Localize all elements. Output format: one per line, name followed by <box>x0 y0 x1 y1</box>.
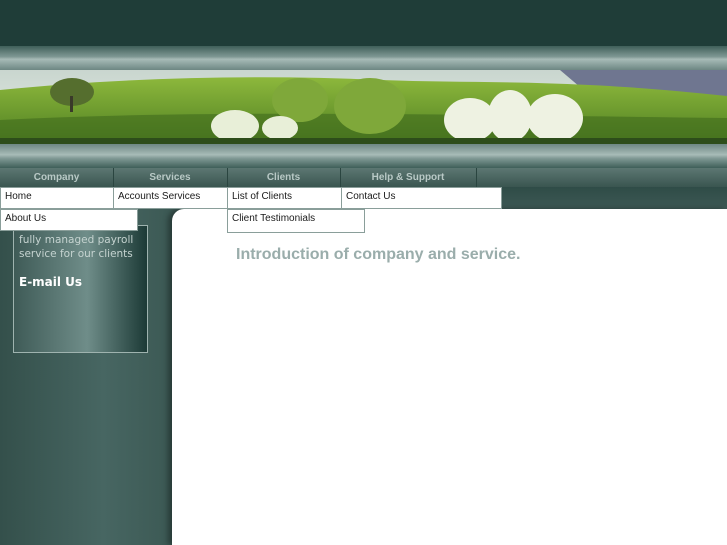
header-stripe-bottom <box>0 144 727 168</box>
landscape-banner-image <box>0 70 727 144</box>
menu-item-client-testimonials[interactable]: Client Testimonials <box>227 209 365 233</box>
sidebar-promo-text: fully managed payroll service for our cl… <box>19 234 134 260</box>
menu-item-home[interactable]: Home <box>0 187 114 209</box>
tab-help-support[interactable]: Help & Support <box>340 168 477 187</box>
intro-heading: Introduction of company and service. <box>236 246 521 263</box>
tab-services[interactable]: Services <box>113 168 228 187</box>
tab-clients[interactable]: Clients <box>227 168 341 187</box>
top-header-bar <box>0 0 727 46</box>
email-us-link[interactable]: E-mail Us <box>19 275 82 289</box>
menu-item-about-us[interactable]: About Us <box>0 209 138 231</box>
tab-company[interactable]: Company <box>0 168 114 187</box>
header-stripe-top <box>0 46 727 70</box>
menu-item-list-of-clients[interactable]: List of Clients <box>227 187 342 209</box>
menu-item-contact-us[interactable]: Contact Us <box>341 187 502 209</box>
menu-item-accounts-services[interactable]: Accounts Services <box>113 187 228 209</box>
